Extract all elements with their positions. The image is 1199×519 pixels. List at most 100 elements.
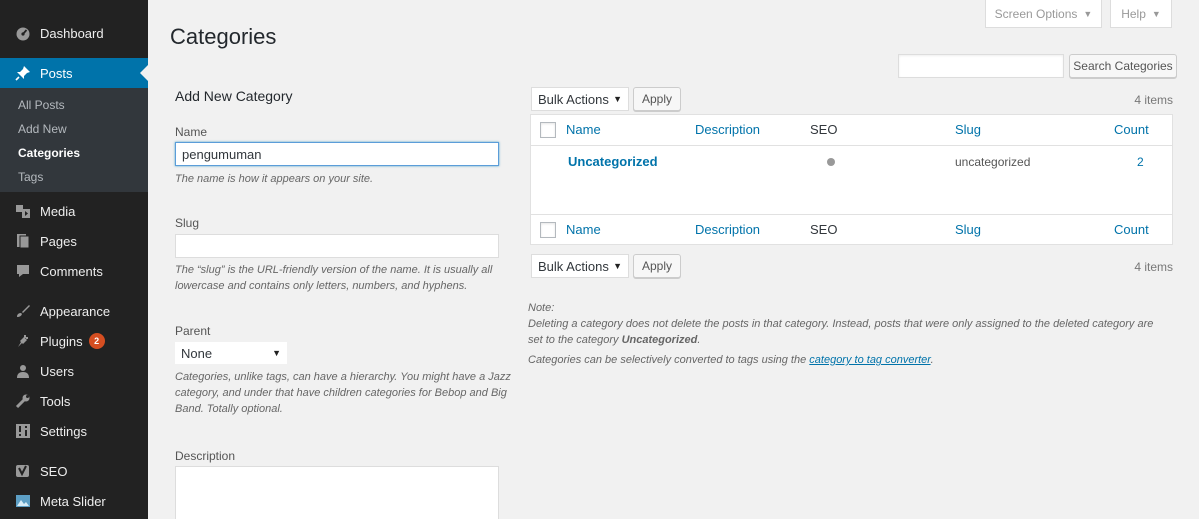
bulk-actions-value: Bulk Actions [538,91,609,107]
dashboard-icon [12,25,34,41]
note-title: Note: [528,302,555,314]
comments-icon [12,263,34,279]
default-category-name: Uncategorized [621,334,698,346]
note-line-2-end: . [697,334,701,346]
note-line-2: set to the category Uncategorized. [528,332,700,348]
sidebar-item-label: Dashboard [40,25,104,41]
media-icon [12,203,34,219]
sidebar-item-label: Meta Slider [40,493,106,509]
settings-icon [12,423,34,439]
sidebar-item-meta-slider[interactable]: Meta Slider [0,486,148,516]
note-line-1: Deleting a category does not delete the … [528,318,1154,330]
search-categories-button[interactable]: Search Categories [1069,54,1177,78]
sidebar-item-media[interactable]: Media [0,196,148,226]
column-footer-slug[interactable]: Slug [955,222,981,237]
add-new-category-heading: Add New Category [175,88,293,104]
submenu-item-categories[interactable]: Categories [18,146,80,160]
parent-label: Parent [175,324,211,338]
column-footer-description[interactable]: Description [695,222,760,237]
seo-status-dot [827,158,835,166]
slug-label: Slug [175,216,200,230]
column-footer-count[interactable]: Count [1114,222,1149,237]
sidebar-item-label: Media [40,203,76,219]
tools-icon [12,393,34,409]
submenu-item-add-new[interactable]: Add New [18,122,67,136]
admin-sidebar: Dashboard Posts All Posts Add New Catego… [0,0,148,519]
submenu-item-all-posts[interactable]: All Posts [18,98,65,112]
note-line-3: Categories can be selectively converted … [528,352,934,368]
select-all-checkbox[interactable] [540,222,556,238]
bulk-actions-select-top[interactable]: Bulk Actions ▼ [531,87,629,111]
name-help-text: The name is how it appears on your site. [175,173,374,185]
help-tab[interactable]: Help ▼ [1110,0,1172,28]
select-all-checkbox[interactable] [540,122,556,138]
category-to-tag-converter-link[interactable]: category to tag converter [809,354,930,366]
description-textarea[interactable] [175,466,499,519]
column-footer-name[interactable]: Name [566,222,601,237]
sidebar-item-appearance[interactable]: Appearance [0,296,148,326]
items-count-top: 4 items [1134,93,1173,107]
sidebar-item-dashboard[interactable]: Dashboard [0,18,148,48]
dropdown-arrow-icon: ▼ [613,94,622,104]
category-count-link[interactable]: 2 [1137,155,1144,169]
pages-icon [12,233,34,249]
meta-slider-icon [12,493,34,509]
sidebar-item-label: Posts [40,65,73,81]
parent-help-text: Categories, unlike tags, can have a hier… [175,371,511,415]
submenu-item-tags[interactable]: Tags [18,170,43,184]
sidebar-item-label: Pages [40,233,77,249]
sidebar-item-plugins[interactable]: Plugins 2 [0,326,148,356]
chevron-down-icon: ▼ [1151,8,1161,19]
slug-help-text: The “slug” is the URL-friendly version o… [175,264,493,292]
note-line-3-text: Categories can be selectively converted … [528,354,810,366]
apply-button-bottom[interactable]: Apply [633,254,681,278]
table-header-row: Name Description SEO Slug Count [531,115,1172,146]
sidebar-item-users[interactable]: Users [0,356,148,386]
page-title: Categories [170,24,277,49]
screen-options-tab[interactable]: Screen Options ▼ [985,0,1102,28]
column-header-slug[interactable]: Slug [955,122,981,137]
apply-button-top[interactable]: Apply [633,87,681,111]
description-label: Description [175,449,236,463]
note-line-2-text: set to the category [528,334,622,346]
sidebar-item-label: Comments [40,263,103,279]
category-slug: uncategorized [955,155,1031,169]
dropdown-arrow-icon: ▼ [272,348,281,358]
sidebar-item-pages[interactable]: Pages [0,226,148,256]
help-label: Help [1121,6,1146,21]
chevron-down-icon: ▼ [1083,8,1093,19]
sidebar-item-label: SEO [40,463,68,479]
column-footer-seo: SEO [810,222,838,237]
screen-options-label: Screen Options [994,6,1078,21]
users-icon [12,363,34,379]
slug-field[interactable] [175,234,499,258]
sidebar-item-posts[interactable]: Posts [0,58,148,88]
column-header-name[interactable]: Name [566,122,601,137]
parent-select[interactable]: None ▼ [175,342,287,364]
column-header-description[interactable]: Description [695,122,760,137]
sidebar-item-label: Appearance [40,303,111,319]
categories-table: Name Description SEO Slug Count Uncatego… [530,114,1173,245]
parent-select-value: None [181,345,213,361]
posts-submenu: All Posts Add New Categories Tags [0,88,148,192]
column-header-count[interactable]: Count [1114,122,1149,137]
table-footer-row: Name Description SEO Slug Count [531,214,1172,245]
bulk-actions-value: Bulk Actions [538,258,609,274]
search-input[interactable] [898,54,1064,78]
sidebar-item-settings[interactable]: Settings [0,416,148,446]
sidebar-item-label: Users [40,363,74,379]
sidebar-item-label: Settings [40,423,87,439]
appearance-icon [12,303,34,319]
category-name-link[interactable]: Uncategorized [568,154,658,169]
sidebar-item-label: Plugins [40,333,83,349]
pin-icon [12,65,34,81]
sidebar-item-tools[interactable]: Tools [0,386,148,416]
bulk-actions-select-bottom[interactable]: Bulk Actions ▼ [531,254,629,278]
dropdown-arrow-icon: ▼ [613,261,622,271]
note-line-3-end: . [930,354,934,366]
sidebar-item-seo[interactable]: SEO [0,456,148,486]
update-count-badge: 2 [88,333,105,349]
sidebar-item-comments[interactable]: Comments [0,256,148,286]
plugins-icon [12,333,34,349]
name-field[interactable]: pengumuman [175,142,499,166]
